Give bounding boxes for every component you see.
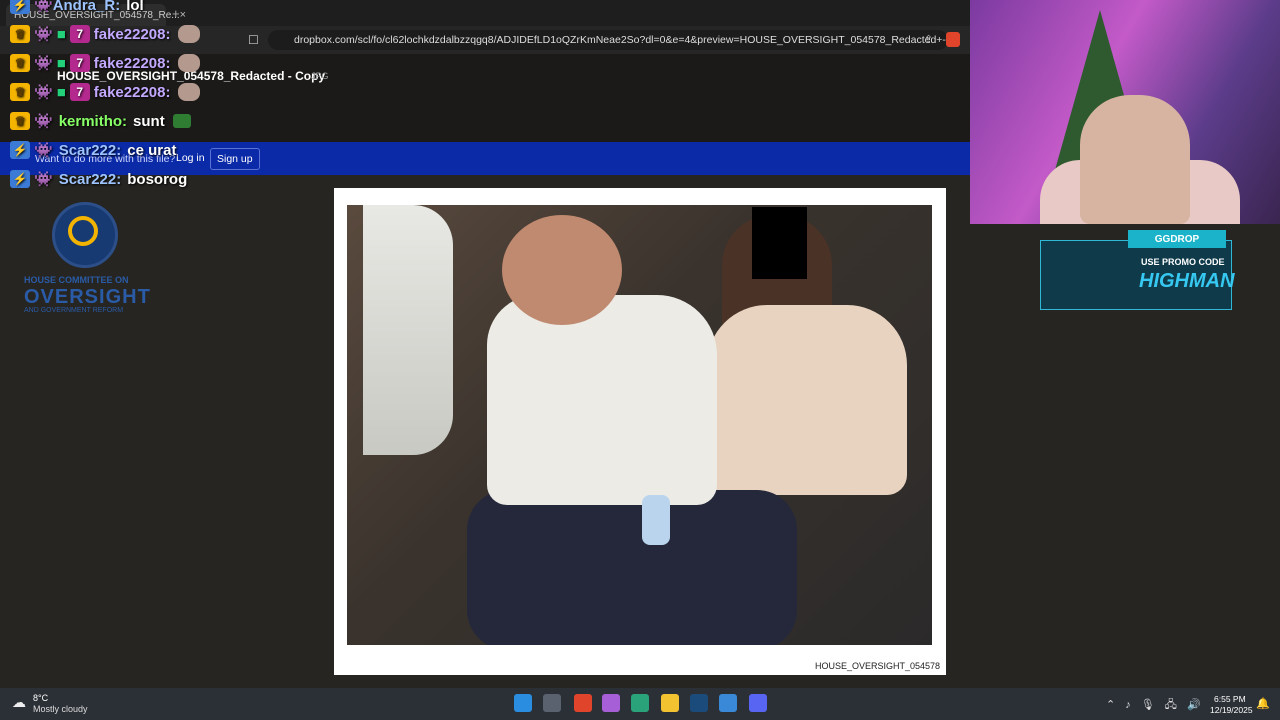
crown-badge-icon: ♛	[10, 54, 30, 72]
weather-temperature[interactable]: 8°C	[33, 693, 48, 703]
photo-person-legs	[467, 490, 797, 645]
file-type-badge: JPG	[311, 71, 329, 81]
chat-username: fake22208:	[93, 83, 171, 101]
task-view-icon[interactable]	[543, 694, 561, 712]
chat-username: Andra_R:	[52, 0, 121, 14]
promo-brand-tag: GGDROP	[1128, 230, 1226, 248]
water-bottle	[642, 495, 670, 545]
gift-badge-icon: ■	[56, 54, 66, 72]
system-tray-icons[interactable]: ⌃♪🎙🖧🔊	[1106, 696, 1211, 715]
chat-message: ♛ 👾 ■ 7 fake22208:	[10, 49, 201, 77]
chat-message: ♛ 👾 ■ 7 fake22208:	[10, 20, 201, 48]
promo-code: HIGHMAN	[1139, 270, 1235, 292]
new-tab-button[interactable]: +	[172, 6, 180, 21]
emote-icon	[172, 114, 191, 128]
figma-app-icon[interactable]	[602, 694, 620, 712]
chat-text: sunt	[133, 112, 165, 130]
promo-line-1: USE PROMO CODE	[1141, 257, 1225, 267]
redaction-box	[752, 207, 807, 279]
sub-badge-icon: 7	[69, 83, 90, 101]
crown-badge-icon: ♛	[10, 83, 30, 101]
crown-badge-icon: ♛	[10, 25, 30, 43]
brave-app-icon[interactable]	[574, 694, 592, 712]
chat-username: Scar222:	[58, 141, 122, 159]
chat-username: kermitho:	[58, 112, 128, 130]
chat-username: fake22208:	[93, 54, 171, 72]
emote-icon	[178, 25, 201, 43]
chat-message: ⚡ 👾 Scar222: ce urat	[10, 136, 176, 164]
plane-window	[363, 205, 453, 455]
logo-line-2: OVERSIGHT	[24, 286, 151, 308]
chat-username: Scar222:	[58, 170, 122, 188]
discord-icon[interactable]	[749, 694, 767, 712]
photo-person-right	[707, 305, 907, 495]
gift-badge-icon: ■	[56, 25, 66, 43]
chat-message: ⚡ 👾 Scar222: bosorog	[10, 165, 187, 193]
magnifier-icon	[68, 216, 98, 246]
photo-person-left	[487, 295, 717, 505]
chat-text: ce urat	[127, 141, 177, 159]
invader-badge-icon: 👾	[34, 171, 53, 188]
chat-text: bosorog	[127, 170, 188, 188]
file-explorer-icon[interactable]	[661, 694, 679, 712]
brave-shield-icon[interactable]	[946, 32, 960, 47]
preview-photo[interactable]	[347, 205, 932, 645]
logo-line-1: HOUSE COMMITTEE ON	[24, 275, 129, 285]
gift-badge-icon: ■	[56, 83, 66, 101]
chat-message: ♛ 👾 kermitho: sunt	[10, 107, 191, 135]
photo-person-head	[502, 215, 622, 325]
invader-badge-icon: 👾	[34, 26, 53, 43]
invader-badge-icon: 👾	[34, 142, 53, 159]
steam-icon[interactable]	[690, 694, 708, 712]
url-field[interactable]: dropbox.com/scl/fo/cl62lochkdzdalbzzqgq8…	[268, 30, 948, 50]
signup-button[interactable]: Sign up	[210, 148, 260, 170]
chat-text: lol	[126, 0, 144, 14]
app-icon[interactable]	[631, 694, 649, 712]
chat-message: ♛ 👾 ■ 7 fake22208:	[10, 78, 201, 106]
webcam-overlay	[970, 0, 1280, 224]
weather-cloud-icon[interactable]: ☁	[12, 694, 26, 711]
document-id-label: HOUSE_OVERSIGHT_054578	[815, 661, 941, 671]
invader-badge-icon: 👾	[34, 0, 53, 14]
prime-badge-icon: ⚡	[10, 0, 30, 14]
streamer	[1080, 95, 1190, 224]
bookmark-icon[interactable]: ☐	[248, 33, 259, 47]
start-icon[interactable]	[514, 694, 532, 712]
sub-badge-icon: 7	[69, 54, 90, 72]
invader-badge-icon: 👾	[34, 113, 53, 130]
clock-time[interactable]: 6:55 PM	[1214, 694, 1246, 704]
emote-icon	[178, 83, 201, 101]
weather-condition[interactable]: Mostly cloudy	[33, 704, 88, 714]
logo-line-3: AND GOVERNMENT REFORM	[24, 307, 124, 314]
chat-username: fake22208:	[93, 25, 171, 43]
invader-badge-icon: 👾	[34, 84, 53, 101]
prime-badge-icon: ⚡	[10, 170, 30, 188]
sub-badge-icon: 7	[69, 25, 90, 43]
crown-badge-icon: ♛	[10, 112, 30, 130]
clock-date[interactable]: 12/19/2025	[1210, 705, 1253, 715]
share-icon[interactable]: ⇪	[924, 33, 933, 46]
emote-icon	[178, 54, 201, 72]
prime-badge-icon: ⚡	[10, 141, 30, 159]
notification-bell-icon[interactable]: 🔔	[1256, 697, 1270, 710]
invader-badge-icon: 👾	[34, 55, 53, 72]
chat-message: ⚡ 👾 Andra_R: lol	[10, 0, 144, 19]
notepad-icon[interactable]	[719, 694, 737, 712]
